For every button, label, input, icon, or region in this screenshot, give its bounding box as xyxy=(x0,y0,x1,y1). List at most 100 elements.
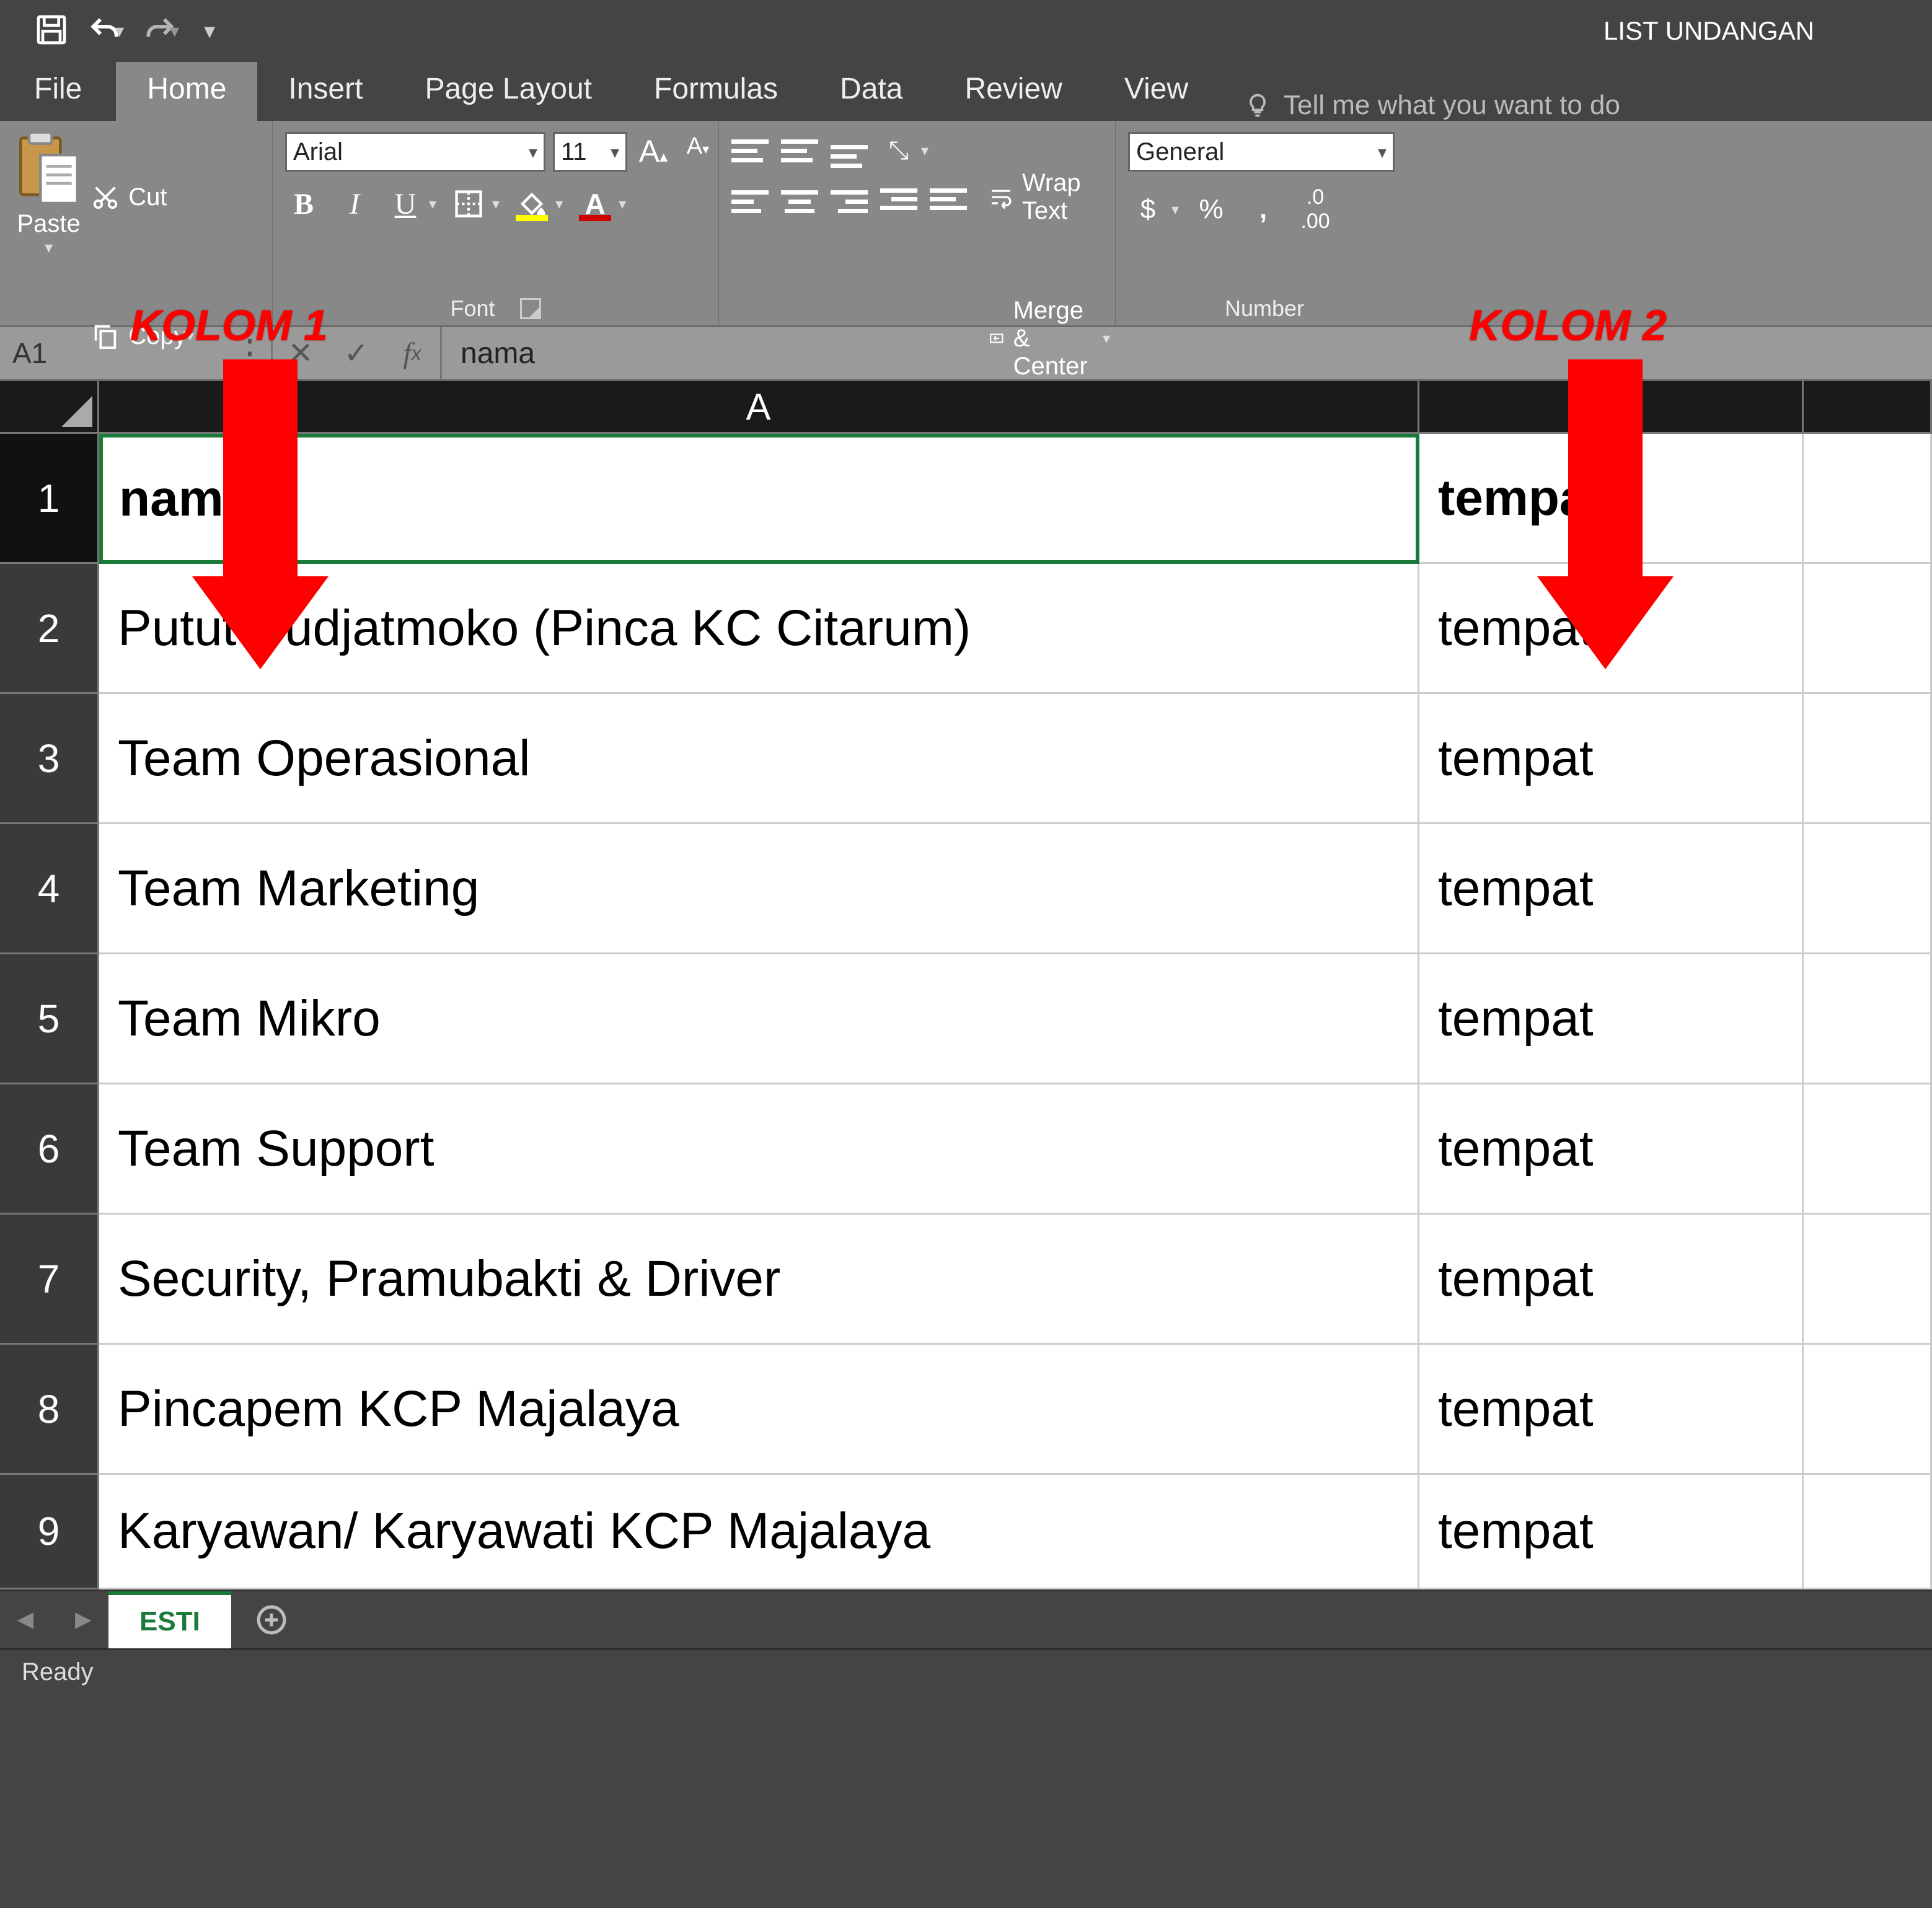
fill-color-button[interactable] xyxy=(513,185,550,222)
chevron-down-icon[interactable]: ▾ xyxy=(611,142,619,162)
cell-b3[interactable]: tempat xyxy=(1419,694,1804,824)
chevron-down-icon[interactable]: ▾ xyxy=(429,195,436,213)
cell-c2[interactable] xyxy=(1804,564,1932,694)
insert-function-button[interactable]: fx xyxy=(384,327,440,379)
align-right-button[interactable] xyxy=(831,184,868,219)
sheet-nav-next-icon[interactable]: ► xyxy=(70,1604,97,1635)
font-size-combo[interactable]: 11 ▾ xyxy=(553,132,627,172)
align-left-button[interactable] xyxy=(731,184,769,219)
tell-me-search[interactable]: Tell me what you want to do xyxy=(1219,90,1620,121)
cell-b7[interactable]: tempat xyxy=(1419,1215,1804,1345)
wrap-text-button[interactable]: Wrap Text xyxy=(989,132,1110,262)
chevron-down-icon[interactable]: ▾ xyxy=(1103,330,1110,348)
dialog-launcher-icon[interactable] xyxy=(520,298,541,319)
chevron-down-icon[interactable]: ▾ xyxy=(115,20,124,42)
cell-a6[interactable]: Team Support xyxy=(99,1084,1419,1215)
sheet-tab-active[interactable]: ESTI xyxy=(108,1591,231,1648)
new-sheet-button[interactable] xyxy=(244,1592,299,1648)
tab-formulas[interactable]: Formulas xyxy=(623,57,809,121)
tab-file[interactable]: File xyxy=(0,57,116,121)
italic-button[interactable]: I xyxy=(336,187,373,221)
borders-button[interactable] xyxy=(450,185,487,222)
cell-c9[interactable] xyxy=(1804,1475,1932,1589)
accounting-format-button[interactable]: $ xyxy=(1128,194,1168,225)
increase-decimal-button[interactable]: .0.00 xyxy=(1295,185,1335,234)
comma-format-button[interactable]: , xyxy=(1243,194,1283,225)
cell-c3[interactable] xyxy=(1804,694,1932,824)
column-header-c[interactable] xyxy=(1804,381,1932,434)
decrease-indent-button[interactable] xyxy=(880,184,917,219)
orientation-button[interactable]: ⤡▾ xyxy=(880,132,917,169)
cell-b8[interactable]: tempat xyxy=(1419,1345,1804,1475)
tab-data[interactable]: Data xyxy=(809,57,933,121)
cell-c4[interactable] xyxy=(1804,824,1932,954)
tab-page-layout[interactable]: Page Layout xyxy=(394,57,623,121)
cell-a5[interactable]: Team Mikro xyxy=(99,954,1419,1084)
cell-c8[interactable] xyxy=(1804,1345,1932,1475)
chevron-down-icon[interactable]: ▾ xyxy=(170,20,179,42)
tab-insert[interactable]: Insert xyxy=(257,57,394,121)
row-header[interactable]: 9 xyxy=(0,1475,99,1589)
row-header[interactable]: 6 xyxy=(0,1084,99,1215)
redo-icon[interactable]: ▾ xyxy=(143,14,179,48)
sheet-nav-prev-icon[interactable]: ◄ xyxy=(12,1604,39,1635)
font-name-combo[interactable]: Arial▾ xyxy=(285,132,545,172)
bold-button[interactable]: B xyxy=(285,187,322,221)
row-header[interactable]: 4 xyxy=(0,824,99,954)
paste-button[interactable]: Paste ▾ xyxy=(12,132,85,257)
chevron-down-icon[interactable]: ▾ xyxy=(1378,142,1387,162)
wrap-text-label: Wrap Text xyxy=(1022,169,1110,225)
row-header[interactable]: 1 xyxy=(0,434,99,564)
percent-format-button[interactable]: % xyxy=(1191,194,1231,225)
align-top-button[interactable] xyxy=(731,133,769,168)
align-middle-button[interactable] xyxy=(781,133,818,168)
align-bottom-button[interactable] xyxy=(831,133,868,168)
cut-label: Cut xyxy=(128,183,167,211)
formula-input[interactable]: nama xyxy=(440,327,1932,379)
chevron-down-icon[interactable]: ▾ xyxy=(921,142,929,160)
row-header[interactable]: 5 xyxy=(0,954,99,1084)
tab-view[interactable]: View xyxy=(1093,57,1219,121)
align-center-button[interactable] xyxy=(781,184,818,219)
chevron-down-icon[interactable]: ▾ xyxy=(529,142,537,162)
row-3: 3 Team Operasional tempat xyxy=(0,694,1932,824)
chevron-down-icon[interactable]: ▾ xyxy=(492,195,500,213)
cut-button[interactable]: Cut xyxy=(91,132,260,262)
customize-qat-icon[interactable]: ▾ xyxy=(204,18,215,44)
cell-a7[interactable]: Security, Pramubakti & Driver xyxy=(99,1215,1419,1345)
font-color-button[interactable]: A xyxy=(576,185,614,222)
lightbulb-icon xyxy=(1244,92,1271,119)
cell-c1[interactable] xyxy=(1804,434,1932,564)
increase-font-icon[interactable]: A▴ xyxy=(635,133,672,170)
cell-a3[interactable]: Team Operasional xyxy=(99,694,1419,824)
cell-a4[interactable]: Team Marketing xyxy=(99,824,1419,954)
tab-review[interactable]: Review xyxy=(933,57,1093,121)
chevron-down-icon[interactable]: ▾ xyxy=(1171,201,1179,219)
number-format-combo[interactable]: General▾ xyxy=(1128,132,1395,172)
cell-c6[interactable] xyxy=(1804,1084,1932,1215)
cell-c5[interactable] xyxy=(1804,954,1932,1084)
cell-b5[interactable]: tempat xyxy=(1419,954,1804,1084)
increase-indent-button[interactable] xyxy=(930,184,967,219)
cell-b4[interactable]: tempat xyxy=(1419,824,1804,954)
enter-formula-button[interactable]: ✓ xyxy=(329,327,384,379)
cell-a9[interactable]: Karyawan/ Karyawati KCP Majalaya xyxy=(99,1475,1419,1589)
select-all-corner[interactable] xyxy=(0,381,99,434)
row-header[interactable]: 7 xyxy=(0,1215,99,1345)
tab-home[interactable]: Home xyxy=(116,57,257,121)
save-icon[interactable] xyxy=(34,12,69,50)
decrease-font-icon[interactable]: A▾ xyxy=(679,133,717,170)
row-header[interactable]: 8 xyxy=(0,1345,99,1475)
chevron-down-icon[interactable]: ▾ xyxy=(619,195,626,213)
chevron-down-icon[interactable]: ▾ xyxy=(45,238,53,257)
cell-a8[interactable]: Pincapem KCP Majalaya xyxy=(99,1345,1419,1475)
chevron-down-icon[interactable]: ▾ xyxy=(555,195,563,213)
cell-c7[interactable] xyxy=(1804,1215,1932,1345)
underline-button[interactable]: U xyxy=(387,187,424,221)
row-header[interactable]: 3 xyxy=(0,694,99,824)
row-header[interactable]: 2 xyxy=(0,564,99,694)
cell-b6[interactable]: tempat xyxy=(1419,1084,1804,1215)
cell-b9[interactable]: tempat xyxy=(1419,1475,1804,1589)
undo-icon[interactable]: ▾ xyxy=(87,14,124,48)
font-size-value: 11 xyxy=(561,138,587,166)
